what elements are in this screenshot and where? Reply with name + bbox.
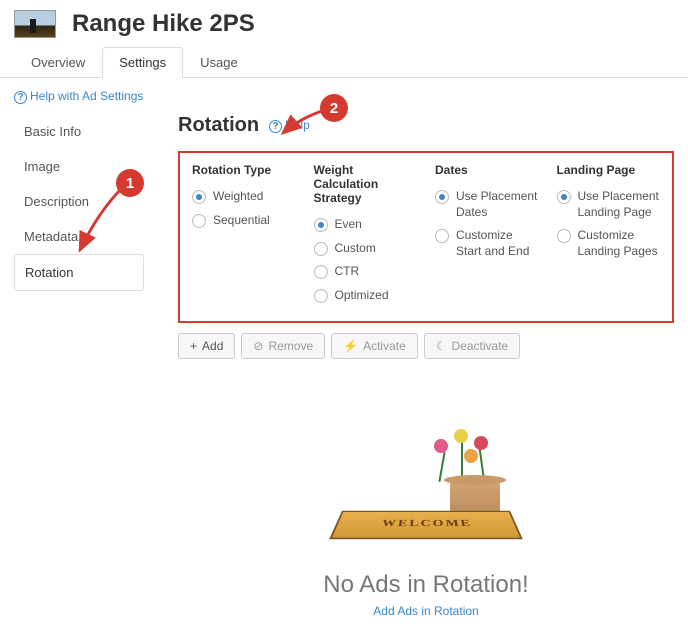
tab-settings[interactable]: Settings — [102, 47, 183, 78]
rotation-type-heading: Rotation Type — [192, 163, 296, 177]
sidebar-item-basic-info[interactable]: Basic Info — [14, 114, 144, 149]
help-icon: ? — [14, 91, 27, 104]
rotation-type-column: Rotation Type Weighted Sequential — [192, 163, 296, 307]
action-buttons: +Add ⊘Remove ⚡Activate ☾Deactivate — [178, 333, 674, 359]
landing-page-column: Landing Page Use Placement Landing Page … — [557, 163, 661, 307]
radio-indicator — [557, 190, 571, 204]
help-ad-settings-link[interactable]: ?Help with Ad Settings — [14, 89, 143, 103]
page-header: Range Hike 2PS — [0, 0, 688, 46]
radio-indicator — [192, 214, 206, 228]
page-title: Range Hike 2PS — [72, 10, 255, 38]
radio-indicator — [314, 218, 328, 232]
tab-overview[interactable]: Overview — [14, 47, 102, 78]
remove-button[interactable]: ⊘Remove — [241, 333, 325, 359]
radio-ctr[interactable]: CTR — [314, 260, 418, 284]
rotation-settings-panel: Rotation Type Weighted Sequential Weight… — [178, 151, 674, 323]
dates-column: Dates Use Placement Dates Customize Star… — [435, 163, 539, 307]
activate-button[interactable]: ⚡Activate — [331, 333, 418, 359]
annotation-badge-1: 1 — [116, 169, 144, 197]
radio-indicator — [435, 229, 449, 243]
radio-indicator — [192, 190, 206, 204]
radio-even[interactable]: Even — [314, 213, 418, 237]
radio-placement-landing[interactable]: Use Placement Landing Page — [557, 185, 661, 224]
empty-state: WELCOME No Ads in Rotation! Add Ads in R… — [178, 359, 674, 638]
tab-usage[interactable]: Usage — [183, 47, 255, 78]
welcome-illustration: WELCOME — [326, 429, 526, 559]
annotation-badge-2: 2 — [320, 94, 348, 122]
radio-indicator — [435, 190, 449, 204]
lightning-icon: ⚡ — [343, 339, 358, 353]
top-tabs: Overview Settings Usage — [0, 46, 688, 78]
help-link-text: Help with Ad Settings — [30, 89, 143, 103]
section-help-text: Help — [285, 118, 310, 132]
sidebar-item-rotation[interactable]: Rotation — [14, 254, 144, 291]
radio-indicator — [557, 229, 571, 243]
main-content: Rotation ?Help Rotation Type Weighted Se… — [178, 114, 674, 638]
radio-optimized[interactable]: Optimized — [314, 284, 418, 308]
moon-icon: ☾ — [436, 339, 447, 353]
add-ads-link[interactable]: Add Ads in Rotation — [373, 604, 478, 618]
section-help-link[interactable]: ?Help — [269, 118, 310, 133]
radio-sequential[interactable]: Sequential — [192, 209, 296, 233]
radio-customize-landing[interactable]: Customize Landing Pages — [557, 224, 661, 263]
weight-strategy-heading: Weight Calculation Strategy — [314, 163, 418, 205]
sidebar-item-metadata[interactable]: Metadata — [14, 219, 144, 254]
add-button[interactable]: +Add — [178, 333, 235, 359]
radio-indicator — [314, 242, 328, 256]
ad-thumbnail — [14, 10, 56, 38]
landing-page-heading: Landing Page — [557, 163, 661, 177]
plus-icon: + — [190, 339, 197, 353]
radio-weighted[interactable]: Weighted — [192, 185, 296, 209]
radio-indicator — [314, 265, 328, 279]
radio-placement-dates[interactable]: Use Placement Dates — [435, 185, 539, 224]
dates-heading: Dates — [435, 163, 539, 177]
deactivate-button[interactable]: ☾Deactivate — [424, 333, 520, 359]
minus-circle-icon: ⊘ — [253, 339, 263, 353]
weight-strategy-column: Weight Calculation Strategy Even Custom … — [314, 163, 418, 307]
radio-customize-dates[interactable]: Customize Start and End — [435, 224, 539, 263]
radio-indicator — [314, 289, 328, 303]
section-title: Rotation — [178, 114, 259, 137]
empty-heading: No Ads in Rotation! — [178, 571, 674, 599]
radio-custom[interactable]: Custom — [314, 237, 418, 261]
help-icon: ? — [269, 120, 282, 133]
